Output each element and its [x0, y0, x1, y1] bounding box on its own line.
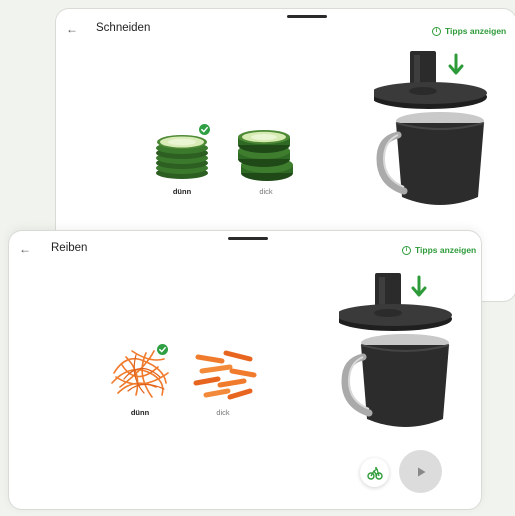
- option-thick-label: dick: [216, 408, 230, 417]
- bike-button[interactable]: [360, 458, 389, 487]
- page-title: Reiben: [51, 242, 88, 254]
- slicer-device-image: [374, 51, 487, 205]
- option-thick-grated[interactable]: [192, 347, 258, 403]
- tips-label: Tipps anzeigen: [415, 245, 477, 255]
- info-icon: i: [402, 245, 411, 255]
- info-icon: i: [432, 26, 441, 36]
- option-thick-label: dick: [259, 187, 273, 196]
- back-arrow-icon[interactable]: ←: [66, 23, 78, 35]
- option-thin-label: dünn: [172, 187, 192, 196]
- option-thin-label: dünn: [130, 408, 150, 417]
- sheet-grabber[interactable]: [287, 15, 327, 18]
- grating-screen: ← Reiben i Tipps anzeigen dünn dick: [8, 230, 482, 510]
- tips-label: Tipps anzeigen: [445, 26, 507, 36]
- tips-button[interactable]: i Tipps anzeigen: [402, 245, 476, 255]
- selected-check-icon: [197, 122, 212, 137]
- grater-device-image: [339, 273, 452, 427]
- play-icon: [417, 467, 425, 476]
- page-title: Schneiden: [96, 22, 151, 34]
- bike-icon: [366, 466, 383, 480]
- tips-button[interactable]: i Tipps anzeigen: [432, 26, 506, 36]
- thick-carrot-sticks-icon: [193, 350, 257, 400]
- selected-check-icon: [155, 342, 170, 357]
- play-button[interactable]: [399, 450, 442, 493]
- option-thick-slices[interactable]: [234, 129, 296, 185]
- sheet-grabber[interactable]: [228, 237, 268, 240]
- back-arrow-icon[interactable]: ←: [19, 243, 31, 255]
- thick-cucumber-slices-icon: [238, 130, 293, 181]
